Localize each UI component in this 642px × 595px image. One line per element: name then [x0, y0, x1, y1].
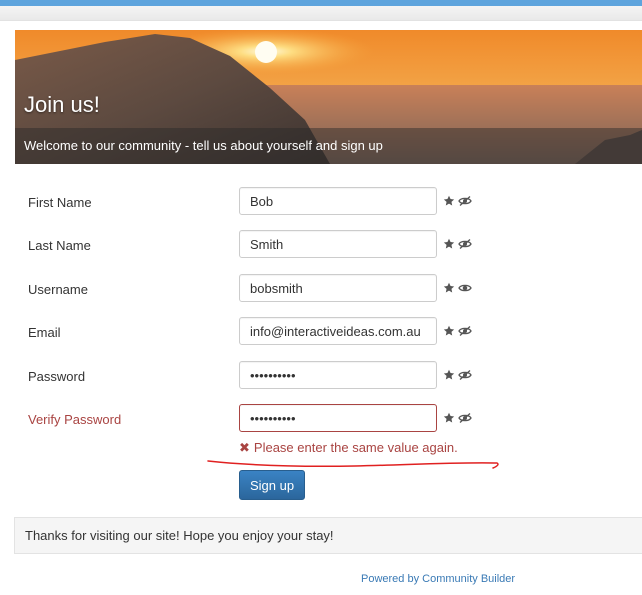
footer-message-box: Thanks for visiting our site! Hope you e… [14, 517, 642, 554]
email-label: Email [28, 325, 61, 340]
password-field[interactable] [239, 361, 437, 389]
page-title: Join us! [24, 92, 100, 117]
footer-message: Thanks for visiting our site! Hope you e… [25, 528, 334, 543]
validation-error-text: Please enter the same value again. [253, 440, 458, 455]
eye-slash-icon[interactable] [458, 369, 472, 383]
email-field[interactable] [239, 317, 437, 345]
eye-slash-icon[interactable] [458, 412, 472, 426]
username-label: Username [28, 282, 88, 297]
powered-by-link[interactable]: Powered by Community Builder [361, 573, 515, 585]
star-icon [443, 412, 457, 426]
last-name-label: Last Name [28, 238, 91, 253]
eye-slash-icon[interactable] [458, 195, 472, 209]
verify-password-label: Verify Password [28, 412, 122, 427]
eye-slash-icon[interactable] [458, 238, 472, 252]
star-icon [443, 195, 457, 209]
browser-tab-strip [0, 6, 642, 21]
page-subtitle: Welcome to our community - tell us about… [24, 138, 383, 153]
header-banner: Join us! Welcome to our community - tell… [15, 30, 642, 164]
star-icon [443, 369, 457, 383]
eye-icon[interactable] [458, 282, 472, 296]
password-label: Password [28, 369, 86, 384]
validation-error: ✖ Please enter the same value again. [239, 440, 458, 456]
eye-slash-icon[interactable] [458, 325, 472, 339]
first-name-field[interactable] [239, 187, 437, 215]
last-name-field[interactable] [239, 230, 437, 258]
verify-password-field[interactable] [239, 404, 437, 432]
first-name-label: First Name [28, 195, 92, 210]
sign-up-button[interactable]: Sign up [239, 470, 305, 500]
star-icon [443, 325, 457, 339]
star-icon [443, 282, 457, 296]
username-field[interactable] [239, 274, 437, 302]
star-icon [443, 238, 457, 252]
times-icon: ✖ [239, 440, 250, 455]
